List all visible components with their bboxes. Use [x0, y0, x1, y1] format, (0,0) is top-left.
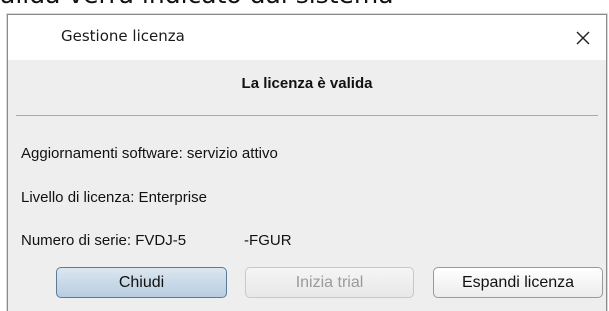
close-window-button[interactable]: [560, 15, 606, 60]
updates-status-text: Aggiornamenti software: servizio attivo: [21, 145, 278, 162]
license-level-text: Livello di licenza: Enterprise: [21, 189, 207, 206]
serial-suffix: -FGUR: [244, 232, 292, 249]
dialog-title: Gestione licenza: [61, 27, 185, 45]
background-document-text: alida verrà indicato dal sistema: [0, 0, 394, 9]
chiudi-button[interactable]: Chiudi: [56, 267, 227, 298]
license-dialog: Gestione licenza La licenza è valida Agg…: [7, 14, 607, 311]
license-status-heading: La licenza è valida: [241, 75, 373, 92]
dialog-titlebar: Gestione licenza: [8, 15, 606, 60]
expand-license-button[interactable]: Espandi licenza: [433, 267, 603, 298]
close-icon: [576, 31, 590, 44]
start-trial-button[interactable]: Inizia trial: [245, 267, 414, 298]
serial-number-text: Numero di serie: FVDJ-5 -FGUR: [21, 232, 292, 249]
screenshot-stage: alida verrà indicato dal sistema Gestion…: [0, 0, 609, 311]
separator: [16, 115, 598, 116]
serial-prefix: Numero di serie: FVDJ-5: [21, 232, 187, 249]
